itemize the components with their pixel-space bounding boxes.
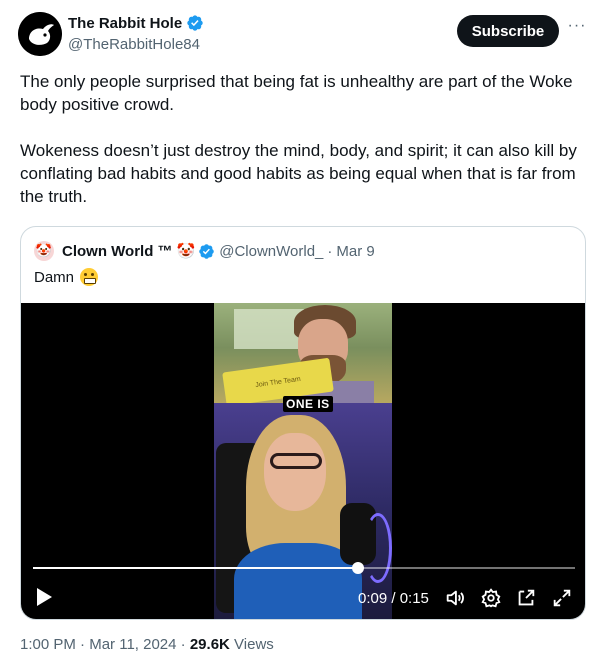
quoted-tweet-header: 🤡 Clown World ™ 🤡 @ClownWorld_ · Mar 9 [34, 241, 375, 261]
video-progress-fill [33, 567, 359, 569]
settings-icon[interactable] [480, 587, 502, 609]
more-options-icon[interactable]: ··· [566, 18, 588, 40]
tweet-text: The only people surprised that being fat… [20, 70, 590, 208]
clown-emoji-icon: 🤡 [176, 243, 196, 260]
quoted-tweet-text-row: Damn [34, 268, 99, 286]
tweet-meta: 1:00 PM · Mar 11, 2024 · 29.6K Views [20, 636, 274, 653]
quoted-tweet-date[interactable]: Mar 9 [336, 243, 374, 260]
author-display-name[interactable]: The Rabbit Hole [68, 15, 182, 32]
quoted-author-avatar[interactable]: 🤡 [34, 241, 54, 261]
verified-badge-icon[interactable] [186, 14, 204, 32]
author-name-row[interactable]: The Rabbit Hole [68, 14, 204, 32]
separator-dot: · [180, 636, 186, 653]
tweet-time[interactable]: 1:00 PM [20, 636, 76, 653]
subscribe-button[interactable]: Subscribe [457, 15, 559, 47]
grimacing-face-icon [80, 268, 99, 286]
fullscreen-icon[interactable] [551, 587, 573, 609]
quoted-tweet-text: Damn [34, 268, 75, 286]
verified-badge-icon[interactable] [198, 243, 215, 260]
views-label: Views [234, 636, 274, 653]
ring-light [364, 513, 392, 583]
separator-dot: · [327, 242, 333, 260]
quoted-author-name[interactable]: Clown World ™ [62, 243, 173, 260]
video-time-display: 0:09 / 0:15 [358, 590, 429, 607]
video-progress-bar[interactable] [33, 562, 575, 574]
quoted-author-handle[interactable]: @ClownWorld_ [219, 243, 323, 260]
video-caption: ONE IS [283, 396, 333, 412]
tweet-paragraph: Wokeness doesn’t just destroy the mind, … [20, 141, 577, 206]
video-frame-bottom [214, 403, 392, 619]
video-player[interactable]: Join The Team ONE IS 0:09 / 0:15 [21, 303, 585, 619]
separator-dot: · [80, 636, 86, 653]
pop-out-icon[interactable] [515, 587, 537, 609]
tweet-date[interactable]: Mar 11, 2024 [89, 636, 176, 653]
glasses-icon [270, 453, 322, 469]
author-handle[interactable]: @TheRabbitHole84 [68, 36, 200, 53]
play-icon[interactable] [35, 587, 53, 607]
tweet-paragraph: The only people surprised that being fat… [20, 72, 573, 114]
views-count: 29.6K [189, 636, 230, 653]
video-frame-top: Join The Team [214, 303, 392, 403]
quoted-tweet[interactable]: 🤡 Clown World ™ 🤡 @ClownWorld_ · Mar 9 D… [20, 226, 586, 620]
rabbit-logo-icon [18, 12, 62, 56]
author-avatar[interactable] [18, 12, 62, 56]
woman-face [264, 433, 326, 511]
volume-icon[interactable] [444, 587, 466, 609]
